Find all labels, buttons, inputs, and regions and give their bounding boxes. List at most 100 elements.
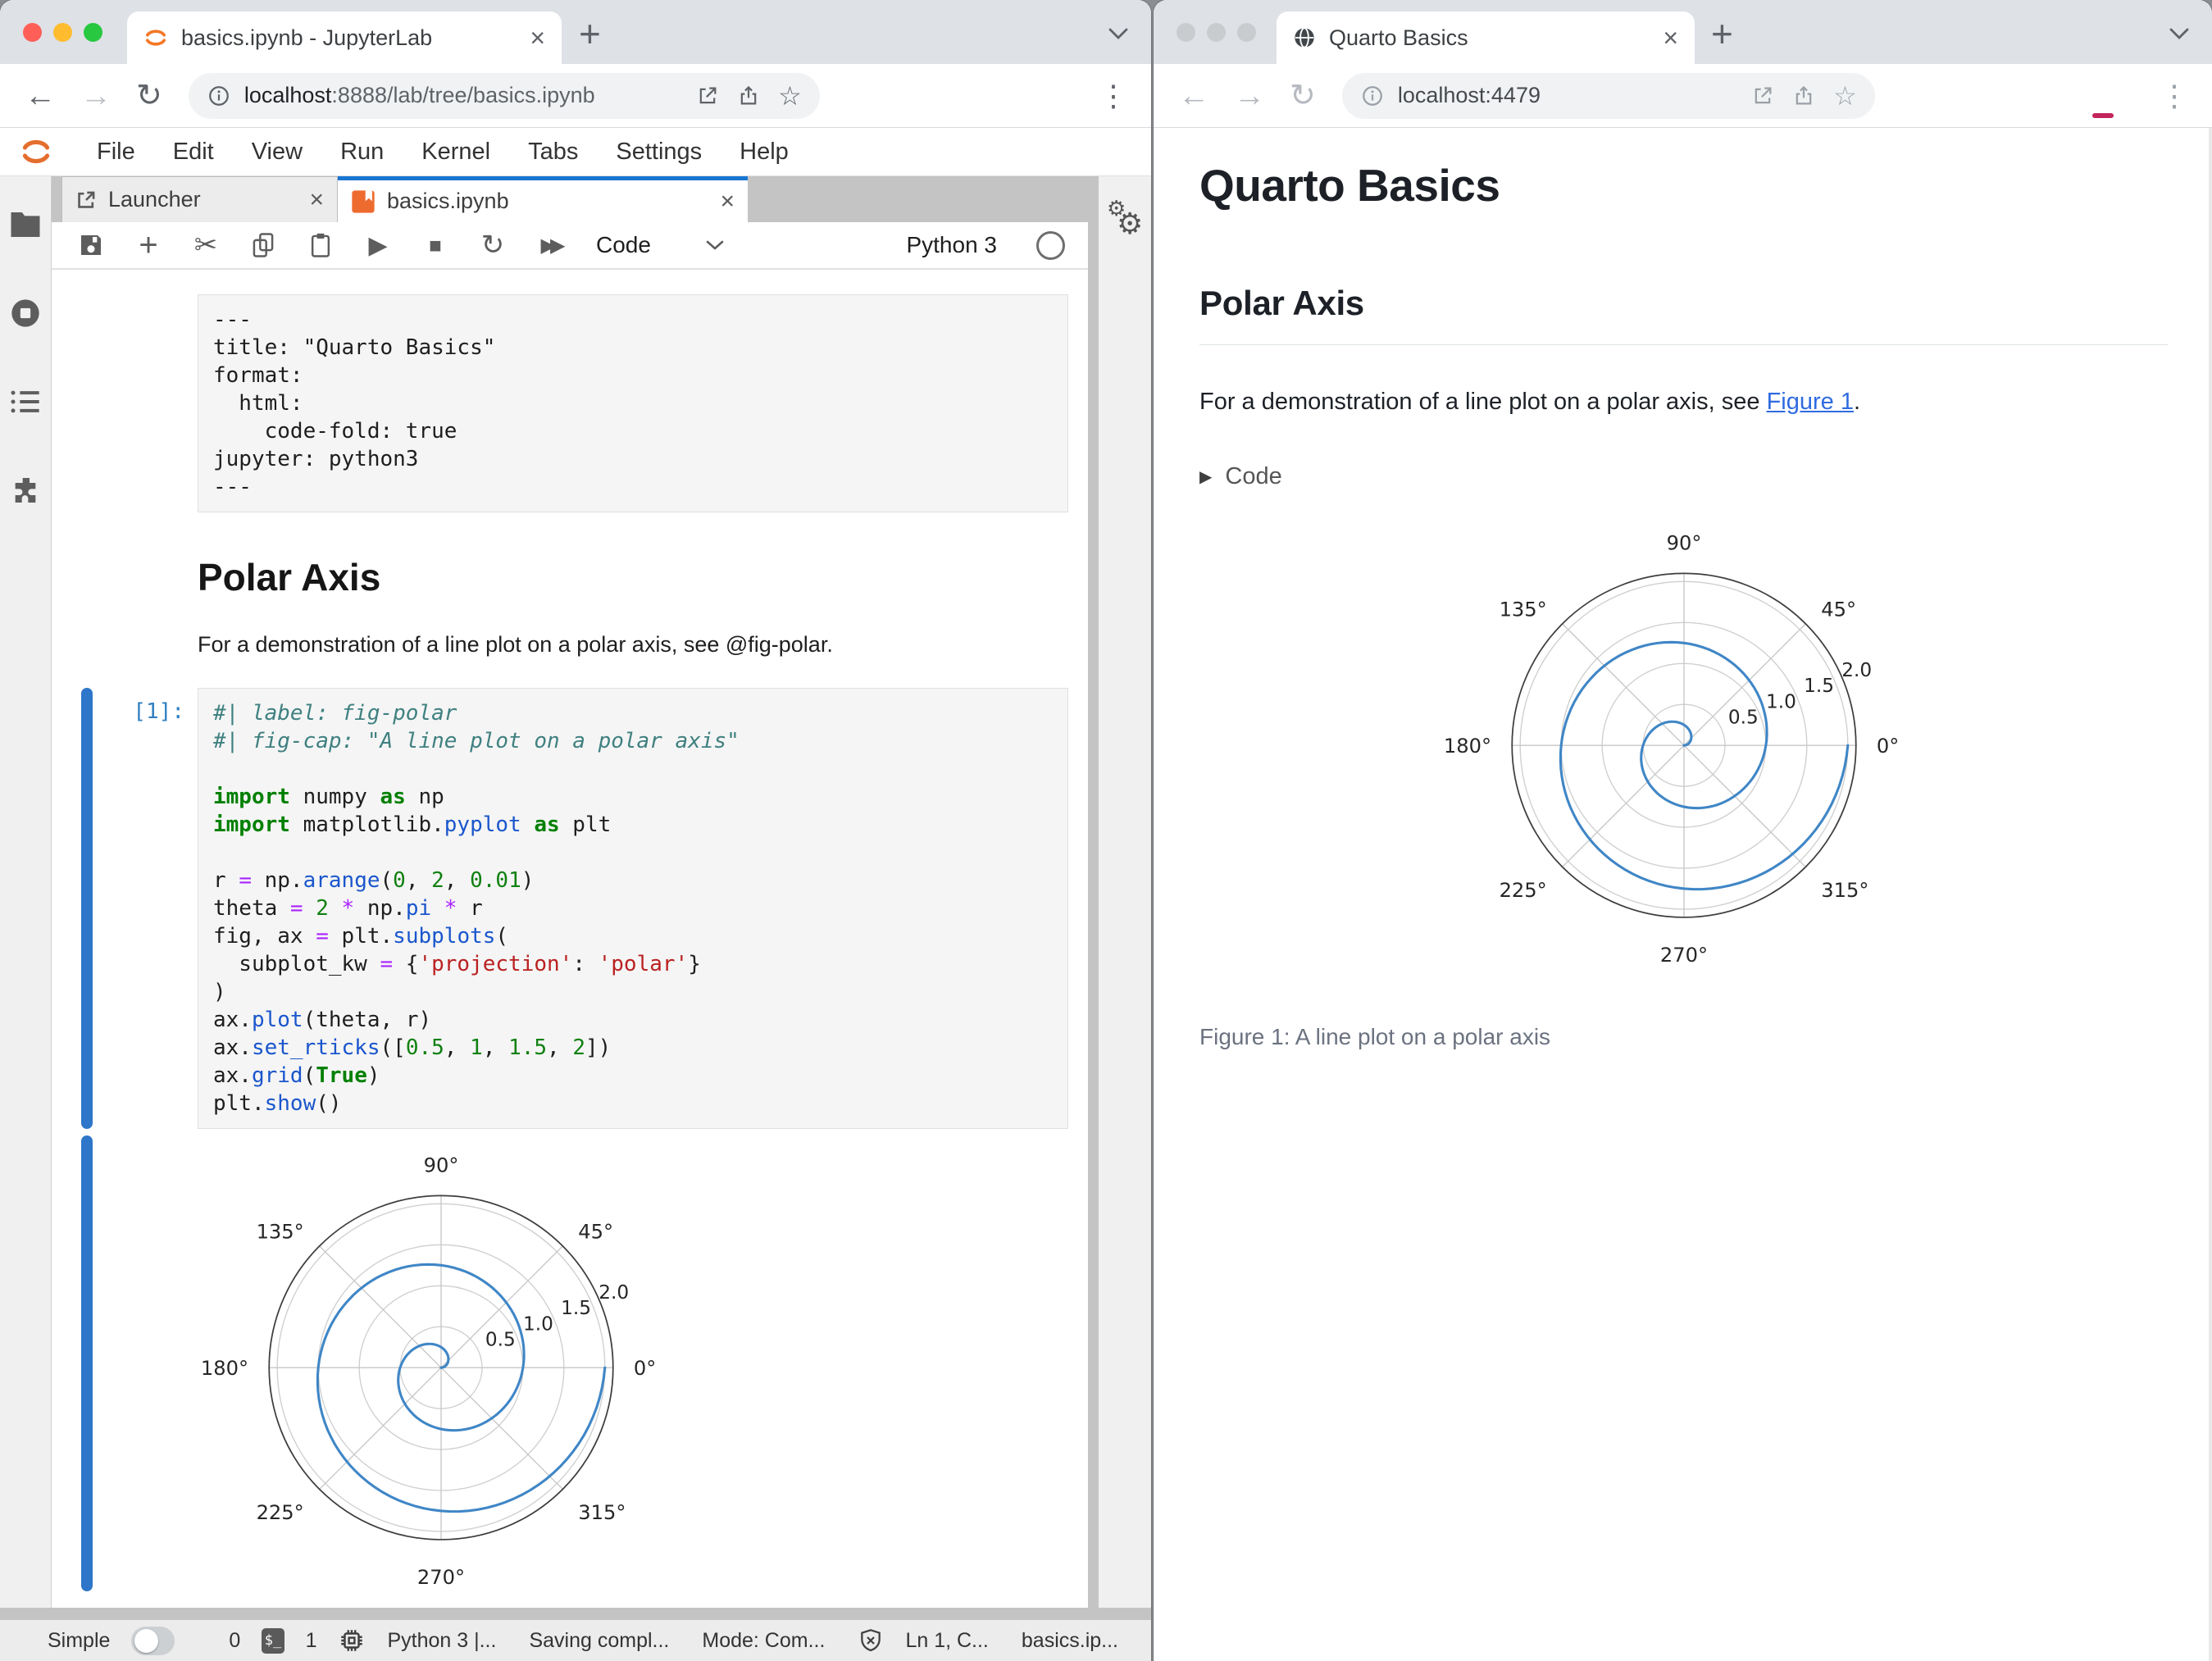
bookmark-star-icon[interactable]: ☆ <box>1833 80 1857 111</box>
forward-button[interactable]: → <box>80 80 112 111</box>
close-tab-icon[interactable]: × <box>530 25 545 51</box>
url-text: localhost:4479 <box>1397 83 1541 107</box>
new-tab-button[interactable]: + <box>1711 15 1733 52</box>
dock-panel: Launcher × basics.ipynb × + ✂ ▶ ■ ↻ ▶▶ C… <box>52 176 1088 1608</box>
simple-mode-toggle[interactable] <box>131 1626 175 1655</box>
dock-tab-launcher[interactable]: Launcher × <box>61 176 338 222</box>
cell-type-chevron-icon[interactable] <box>705 239 725 252</box>
tab-search-chevron-icon[interactable] <box>1107 26 1130 45</box>
paste-cells-icon[interactable] <box>304 232 337 258</box>
svg-text:0.5: 0.5 <box>1727 706 1758 728</box>
svg-text:45°: 45° <box>578 1221 613 1244</box>
share-icon[interactable] <box>1792 84 1815 107</box>
code-line: ) <box>213 980 226 1004</box>
menu-item-run[interactable]: Run <box>340 139 384 166</box>
raw-line: --- <box>213 307 252 332</box>
open-in-new-icon[interactable] <box>696 84 719 107</box>
svg-text:135°: 135° <box>257 1221 304 1244</box>
cut-cells-icon[interactable]: ✂ <box>189 229 222 262</box>
running-kernels-icon[interactable] <box>9 297 42 334</box>
minimize-window-button[interactable] <box>1207 23 1226 42</box>
add-cell-icon[interactable]: + <box>132 227 165 264</box>
cell-output-plot: 0° 45° 90° 135° 180° 225° 270° 315° 0.5 1.0 1.5 2.0 <box>195 1134 1088 1608</box>
bookmark-star-icon[interactable]: ☆ <box>778 80 802 111</box>
back-button[interactable]: ← <box>1178 80 1209 111</box>
forward-button[interactable]: → <box>1234 80 1265 111</box>
page-scrollbar[interactable] <box>2209 128 2212 1661</box>
copy-cells-icon[interactable] <box>247 232 280 258</box>
address-bar[interactable]: localhost:8888/lab/tree/basics.ipynb ☆ <box>188 72 820 119</box>
open-in-new-icon[interactable] <box>1751 84 1774 107</box>
raw-line: jupyter: python3 <box>213 447 419 471</box>
menu-item-edit[interactable]: Edit <box>173 139 214 166</box>
back-button[interactable]: ← <box>25 80 56 111</box>
svg-text:225°: 225° <box>257 1501 304 1524</box>
menu-item-settings[interactable]: Settings <box>616 139 702 166</box>
kernel-status-icon[interactable] <box>1036 230 1065 260</box>
dock-tab-notebook[interactable]: basics.ipynb × <box>338 176 748 222</box>
restart-run-all-icon[interactable]: ▶▶ <box>534 234 567 257</box>
output-collapser[interactable] <box>81 1135 93 1591</box>
zoom-window-button[interactable] <box>84 23 102 42</box>
minimize-window-button[interactable] <box>53 23 72 42</box>
statusbar-filename: basics.ip... <box>1021 1628 1118 1652</box>
menu-item-view[interactable]: View <box>252 139 303 166</box>
cell-type-select[interactable]: Code <box>596 232 651 258</box>
svg-text:135°: 135° <box>1499 598 1546 621</box>
raw-line: --- <box>213 475 252 499</box>
site-info-icon[interactable] <box>207 84 231 108</box>
figure-link[interactable]: Figure 1 <box>1767 389 1854 415</box>
menu-item-kernel[interactable]: Kernel <box>421 139 490 166</box>
quarto-browser-window: Quarto Basics × + ← → ↻ localhost:4479 ☆… <box>1154 0 2212 1661</box>
saving-status: Saving compl... <box>529 1628 670 1652</box>
restart-kernel-icon[interactable]: ↻ <box>476 229 509 262</box>
code-editor[interactable]: #| label: fig-polar #| fig-cap: "A line p… <box>198 688 1068 1129</box>
command-mode-status: Mode: Com... <box>702 1628 826 1652</box>
site-info-icon[interactable] <box>1360 84 1385 108</box>
markdown-heading: Polar Axis <box>198 556 381 598</box>
close-icon[interactable]: × <box>720 188 735 216</box>
profile-avatar-indicator <box>2092 113 2114 118</box>
share-icon[interactable] <box>737 84 760 107</box>
address-bar[interactable]: localhost:4479 ☆ <box>1341 72 1875 119</box>
svg-text:225°: 225° <box>1499 878 1546 901</box>
svg-text:90°: 90° <box>424 1154 459 1176</box>
code-line: plt.show() <box>213 1091 342 1116</box>
tab-search-chevron-icon[interactable] <box>2168 26 2191 45</box>
file-browser-icon[interactable] <box>9 211 42 243</box>
table-of-contents-icon[interactable] <box>9 388 42 420</box>
stop-kernel-icon[interactable]: ■ <box>419 233 452 258</box>
new-tab-button[interactable]: + <box>579 15 601 52</box>
close-window-button[interactable] <box>1177 23 1195 42</box>
run-cell-icon[interactable]: ▶ <box>362 231 394 260</box>
kernel-status-text[interactable]: Python 3 |... <box>387 1629 496 1653</box>
browser-menu-icon[interactable]: ⋮ <box>1099 79 1128 113</box>
raw-yaml-cell[interactable]: --- title: "Quarto Basics" format: html: c… <box>198 294 1068 512</box>
reload-button[interactable]: ↻ <box>1290 80 1316 111</box>
svg-text:270°: 270° <box>417 1566 465 1589</box>
jupyterlab-browser-window: basics.ipynb - JupyterLab × + ← → ↻ loca… <box>0 0 1151 1661</box>
close-tab-icon[interactable]: × <box>1663 25 1678 51</box>
reload-button[interactable]: ↻ <box>136 80 162 111</box>
svg-text:2.0: 2.0 <box>1841 658 1872 680</box>
save-icon[interactable] <box>75 232 107 258</box>
browser-tab-jupyterlab[interactable]: basics.ipynb - JupyterLab × <box>127 11 562 64</box>
dock-tab-label: basics.ipynb <box>387 189 509 213</box>
cursor-position[interactable]: Ln 1, C... <box>905 1629 988 1653</box>
notebook-toolbar: + ✂ ▶ ■ ↻ ▶▶ Code Python 3 <box>52 222 1088 270</box>
browser-navbar: ← → ↻ localhost:8888/lab/tree/basics.ipy… <box>0 64 1151 128</box>
page-title: Quarto Basics <box>1199 160 1500 211</box>
browser-tab-quarto[interactable]: Quarto Basics × <box>1277 11 1695 64</box>
menu-item-tabs[interactable]: Tabs <box>528 139 578 166</box>
kernel-name-button[interactable]: Python 3 <box>906 232 997 258</box>
zoom-window-button[interactable] <box>1237 23 1256 42</box>
close-window-button[interactable] <box>23 23 42 42</box>
extension-manager-icon[interactable] <box>9 474 42 511</box>
browser-menu-icon[interactable]: ⋮ <box>2160 79 2189 113</box>
close-icon[interactable]: × <box>309 186 324 214</box>
tab-title: basics.ipynb - JupyterLab <box>181 25 433 50</box>
window-controls <box>23 23 102 42</box>
code-fold-toggle[interactable]: ▶ Code <box>1199 463 2168 490</box>
menu-item-help[interactable]: Help <box>740 139 789 166</box>
menu-item-file[interactable]: File <box>97 139 135 166</box>
